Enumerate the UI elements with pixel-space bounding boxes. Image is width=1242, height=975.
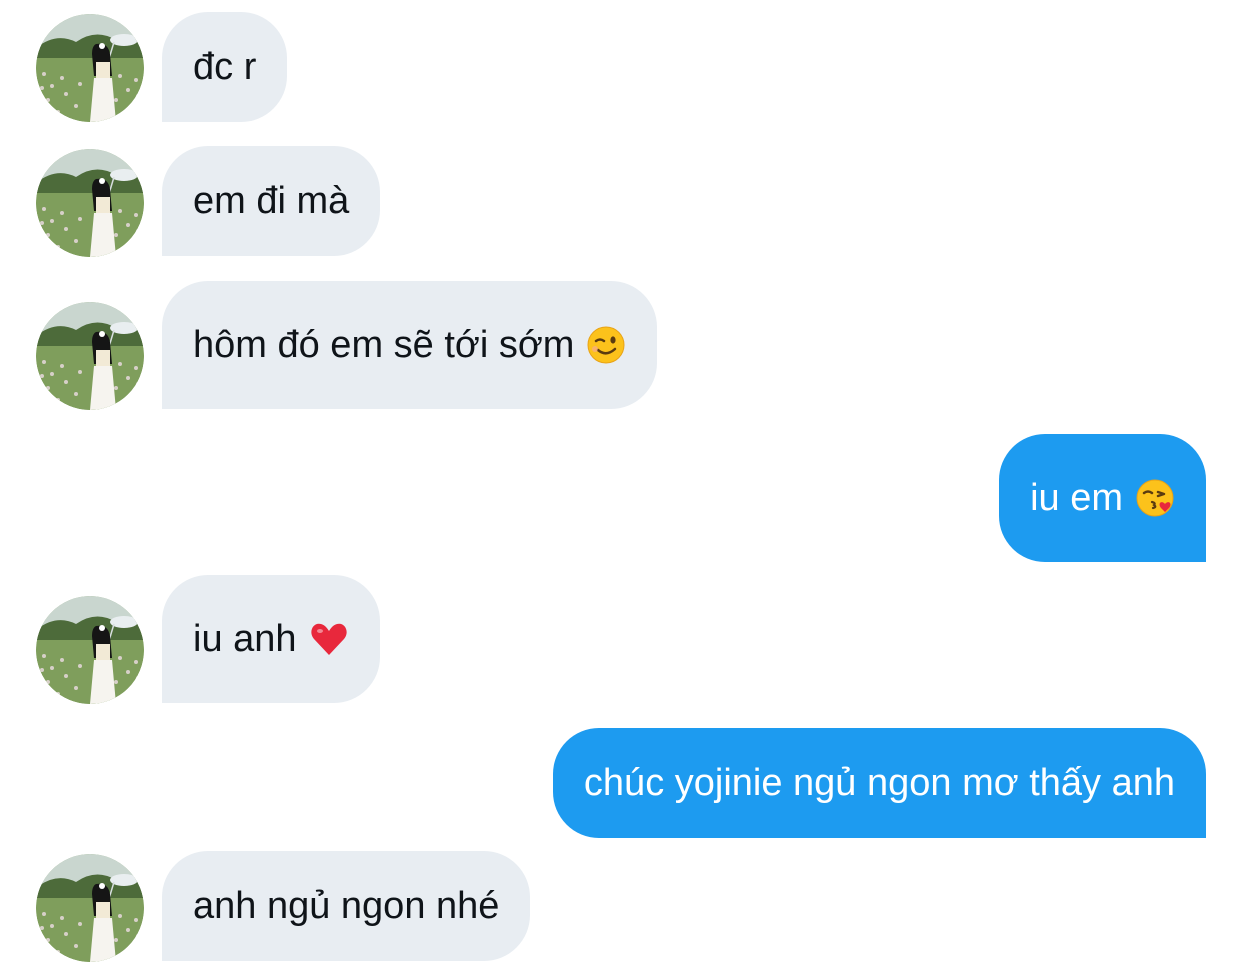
kissing-face-with-heart-emoji xyxy=(1135,478,1175,518)
message-text: anh ngủ ngon nhé xyxy=(193,885,500,927)
message-text: hôm đó em sẽ tới sớm xyxy=(193,324,575,366)
message-bubble-received[interactable]: đc r xyxy=(162,12,288,122)
message-text: em đi mà xyxy=(193,180,350,222)
message-text: iu anh xyxy=(193,618,297,660)
message-bubble-received[interactable]: iu anh xyxy=(162,575,380,703)
avatar-photo-icon xyxy=(36,302,144,410)
avatar-photo-icon xyxy=(36,14,144,122)
avatar-photo-icon xyxy=(36,854,144,962)
avatar-photo-icon xyxy=(36,149,144,257)
message-bubble-received[interactable]: hôm đó em sẽ tới sớm xyxy=(162,281,658,409)
message-bubble-received[interactable]: anh ngủ ngon nhé xyxy=(162,851,531,961)
message-text: đc r xyxy=(193,46,257,88)
avatar[interactable] xyxy=(36,596,144,704)
avatar[interactable] xyxy=(36,854,144,962)
avatar-photo-icon xyxy=(36,596,144,704)
avatar[interactable] xyxy=(36,302,144,410)
avatar[interactable] xyxy=(36,149,144,257)
message-bubble-received[interactable]: em đi mà xyxy=(162,146,381,256)
avatar[interactable] xyxy=(36,14,144,122)
message-bubble-sent[interactable]: chúc yojinie ngủ ngon mơ thấy anh xyxy=(552,728,1206,838)
winking-face-emoji xyxy=(586,325,626,365)
message-bubble-sent[interactable]: iu em xyxy=(999,434,1206,562)
red-heart-emoji xyxy=(309,619,349,659)
message-text: chúc yojinie ngủ ngon mơ thấy anh xyxy=(583,762,1175,804)
message-text: iu em xyxy=(1030,477,1123,519)
